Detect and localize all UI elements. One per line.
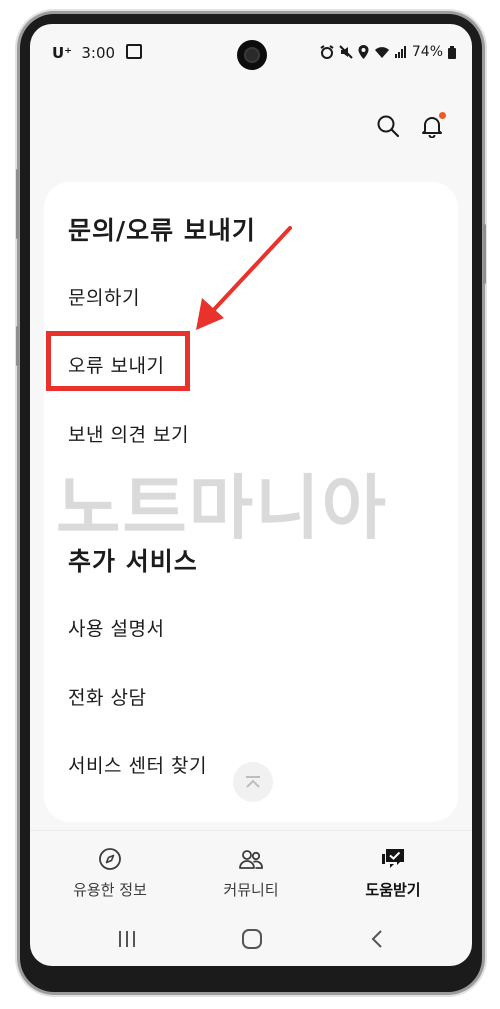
gallery-notification-icon [126,44,143,59]
carrier-label: U⁺ [52,44,73,62]
scroll-up-icon [246,776,260,788]
menu-item-inquiry[interactable]: 문의하기 [68,283,140,310]
bottom-nav: 유용한 정보 커뮤니티 도움받기 [30,830,472,911]
compass-icon [99,848,121,870]
notification-dot [439,112,446,119]
people-icon [239,850,263,869]
battery-icon [448,45,456,59]
location-icon [358,45,369,59]
menu-item-sent-feedback[interactable]: 보낸 의견 보기 [68,420,189,447]
menu-item-phone-support[interactable]: 전화 상담 [68,683,146,710]
battery-percent: 74% [411,44,443,60]
notification-button[interactable] [418,112,446,140]
recents-icon [119,931,135,947]
bixby-button [16,326,19,366]
nav-tab-get-help[interactable]: 도움받기 [328,845,458,900]
system-nav-bar [30,914,472,966]
back-icon [371,930,382,948]
alarm-icon [320,45,334,59]
volume-button [16,169,19,239]
signal-icon [394,46,406,58]
nav-tab-label: 유용한 정보 [73,881,147,899]
search-icon [377,115,400,138]
front-camera [237,40,267,70]
recents-button[interactable] [107,924,147,954]
nav-tab-label: 도움받기 [365,881,421,899]
menu-item-user-manual[interactable]: 사용 설명서 [68,614,164,641]
section-title-extra-services: 추가 서비스 [68,547,198,576]
screen: U⁺ 3:00 74% 문의/오류 보내기 문의하기 오류 보내기 보낸 의견 … [30,24,472,966]
menu-item-service-center[interactable]: 서비스 센터 찾기 [68,751,207,778]
scroll-to-top-button[interactable] [233,762,273,802]
home-icon [242,929,262,949]
nav-tab-community[interactable]: 커뮤니티 [186,845,316,900]
status-bar: U⁺ 3:00 74% [30,24,472,80]
mute-icon [339,45,353,59]
clock: 3:00 [81,44,116,62]
back-button[interactable] [357,924,397,954]
status-right: 74% [320,44,456,60]
watermark: 노트마니아 [56,467,388,549]
nav-tab-useful-info[interactable]: 유용한 정보 [45,845,175,900]
search-button[interactable] [374,112,402,140]
chat-help-icon [382,849,404,868]
wifi-icon [374,46,389,58]
status-left: U⁺ 3:00 [52,44,143,62]
power-button [483,224,486,284]
nav-tab-label: 커뮤니티 [223,881,279,899]
home-button[interactable] [232,924,272,954]
highlight-box [46,331,190,391]
annotation-arrow [196,226,292,330]
